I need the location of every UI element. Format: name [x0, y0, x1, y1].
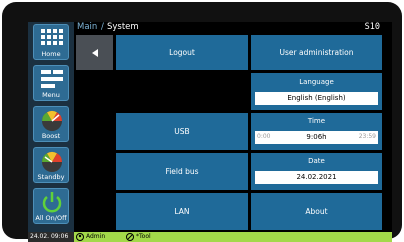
breadcrumb-main[interactable]: Main — [77, 22, 97, 33]
title-bar: Main / System S10 — [74, 22, 392, 33]
user-administration-label: User administration — [279, 48, 354, 57]
sidebar-item-menu[interactable]: Menu — [33, 65, 69, 101]
breadcrumb-separator: / — [101, 22, 104, 32]
about-button[interactable]: About — [251, 193, 382, 230]
device-frame: Home Menu Boost Standby All On/Off Main … — [2, 2, 402, 242]
power-icon — [42, 192, 62, 213]
sidebar-item-label: Home — [41, 50, 61, 58]
sidebar-item-standby[interactable]: Standby — [33, 147, 69, 183]
back-arrow-icon — [91, 48, 98, 57]
time-title: Time — [307, 117, 326, 125]
usb-label: USB — [174, 127, 190, 136]
back-button[interactable] — [76, 35, 113, 70]
time-slider-field[interactable]: 0:00 9:06h 23:59 — [255, 131, 378, 144]
date-panel[interactable]: Date 24.02.2021 — [251, 153, 382, 190]
grid-icon — [41, 29, 63, 45]
language-value-field[interactable]: English (English) — [255, 92, 378, 105]
time-min-label: 0:00 — [257, 133, 271, 140]
language-panel[interactable]: Language English (English) — [251, 73, 382, 110]
touch-screen: Home Menu Boost Standby All On/Off Main … — [28, 22, 392, 242]
device-id: S10 — [364, 22, 380, 32]
sidebar-item-label: Menu — [42, 91, 60, 99]
tool-icon — [126, 233, 134, 241]
menu-list-icon — [41, 70, 63, 88]
field-bus-label: Field bus — [165, 167, 199, 176]
sidebar-item-label: Standby — [37, 173, 65, 181]
logout-label: Logout — [169, 48, 195, 57]
time-max-label: 23:59 — [358, 133, 376, 140]
sidebar-item-boost[interactable]: Boost — [33, 106, 69, 142]
language-title: Language — [299, 78, 334, 86]
user-administration-button[interactable]: User administration — [251, 35, 382, 70]
boost-gauge-icon — [41, 110, 63, 131]
time-panel[interactable]: Time 0:00 9:06h 23:59 — [251, 113, 382, 150]
logout-button[interactable]: Logout — [116, 35, 248, 70]
about-label: About — [305, 207, 328, 216]
sidebar: Home Menu Boost Standby All On/Off — [28, 22, 74, 232]
lan-button[interactable]: LAN — [116, 193, 248, 230]
sidebar-item-home[interactable]: Home — [33, 24, 69, 60]
field-bus-button[interactable]: Field bus — [116, 153, 248, 190]
sidebar-item-label: All On/Off — [35, 214, 67, 222]
time-value: 9:06h — [306, 133, 327, 141]
sidebar-item-all-on-off[interactable]: All On/Off — [33, 188, 69, 224]
user-icon — [76, 233, 84, 241]
lan-label: LAN — [174, 207, 190, 216]
date-title: Date — [308, 157, 325, 165]
breadcrumb-current-page: System — [107, 22, 139, 32]
sidebar-item-label: Boost — [41, 132, 61, 140]
standby-gauge-icon — [41, 151, 63, 172]
date-value-field[interactable]: 24.02.2021 — [255, 171, 378, 184]
usb-button[interactable]: USB — [116, 113, 248, 150]
